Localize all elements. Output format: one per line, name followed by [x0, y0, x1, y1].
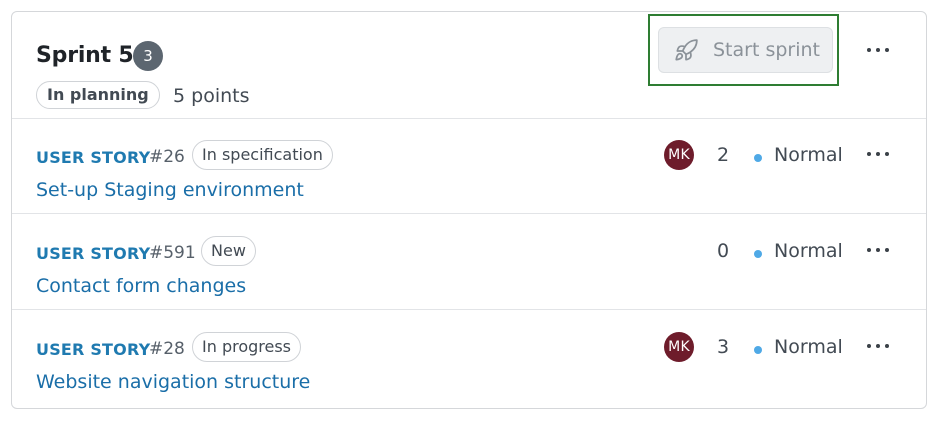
avatar[interactable]: MK: [664, 140, 694, 170]
item-state-badge[interactable]: In specification: [192, 140, 333, 170]
rocket-icon: [675, 39, 698, 61]
sprint-points: 5 points: [173, 85, 250, 107]
priority-dot-icon: [754, 346, 762, 354]
start-sprint-label: Start sprint: [713, 39, 820, 61]
item-estimate[interactable]: 3: [712, 336, 734, 358]
item-estimate[interactable]: 2: [712, 144, 734, 166]
item-estimate[interactable]: 0: [712, 240, 734, 262]
priority-dot-icon: [754, 250, 762, 258]
item-more-icon[interactable]: [864, 147, 894, 161]
item-title-link[interactable]: Set-up Staging environment: [36, 179, 304, 201]
item-priority[interactable]: Normal: [774, 336, 843, 358]
list-item[interactable]: USER STORY #26 In specification Set-up S…: [12, 118, 926, 214]
start-sprint-focus-outline: Start sprint: [648, 14, 839, 86]
item-ref[interactable]: #28: [149, 339, 185, 359]
list-item[interactable]: USER STORY #591 New Contact form changes…: [12, 214, 926, 310]
sprint-more-icon[interactable]: [864, 43, 894, 57]
item-state-badge[interactable]: In progress: [192, 332, 302, 362]
item-priority[interactable]: Normal: [774, 240, 843, 262]
avatar[interactable]: MK: [664, 332, 694, 362]
item-type-label: USER STORY: [36, 244, 151, 263]
priority-dot-icon: [754, 154, 762, 162]
item-title-link[interactable]: Contact form changes: [36, 275, 246, 297]
item-ref[interactable]: #26: [149, 147, 185, 167]
item-more-icon[interactable]: [864, 243, 894, 257]
item-type-label: USER STORY: [36, 148, 151, 167]
item-ref[interactable]: #591: [149, 243, 196, 263]
sprint-title[interactable]: Sprint 5: [36, 43, 134, 68]
start-sprint-button[interactable]: Start sprint: [658, 27, 833, 73]
item-type-label: USER STORY: [36, 340, 151, 359]
sprint-item-count-badge: 3: [133, 41, 163, 71]
item-priority[interactable]: Normal: [774, 144, 843, 166]
item-title-link[interactable]: Website navigation structure: [36, 371, 310, 393]
sprint-status-badge: In planning: [36, 81, 160, 109]
item-state-badge[interactable]: New: [201, 236, 256, 266]
item-more-icon[interactable]: [864, 339, 894, 353]
list-item[interactable]: USER STORY #28 In progress Website navig…: [12, 310, 926, 406]
sprint-card: Sprint 5 3 In planning 5 points Start sp…: [11, 11, 927, 409]
sprint-header: Sprint 5 3 In planning 5 points Start sp…: [12, 12, 926, 119]
